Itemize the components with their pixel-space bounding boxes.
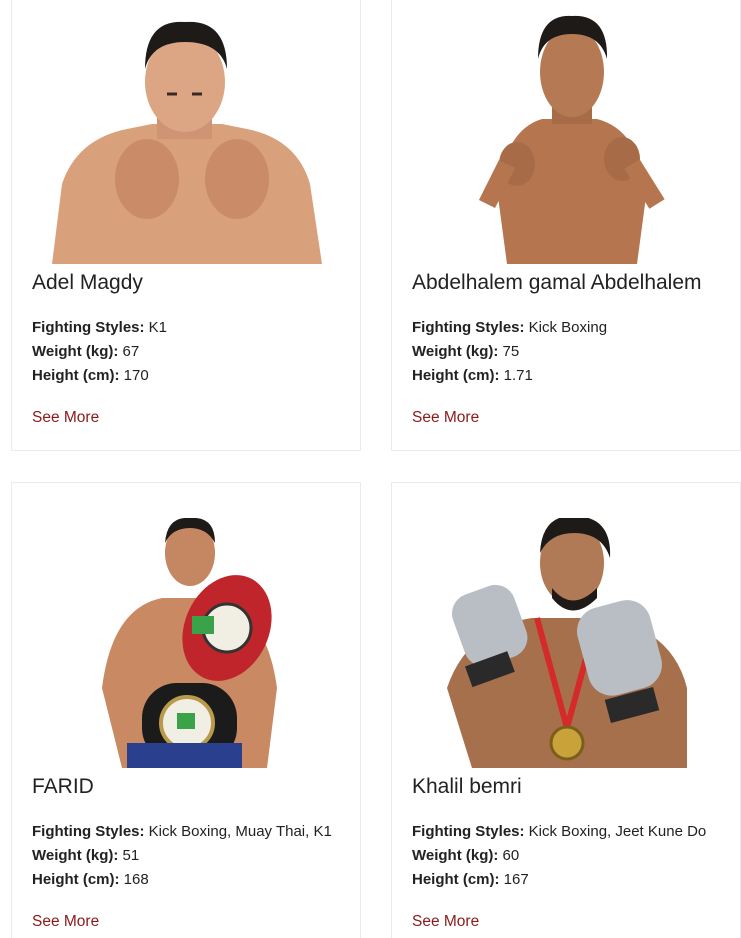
weight-value: 67 bbox=[122, 343, 140, 360]
styles-value: Kick Boxing, Jeet Kune Do bbox=[528, 823, 707, 840]
styles-value: Kick Boxing, Muay Thai, K1 bbox=[148, 823, 332, 840]
fighter-name[interactable]: Adel Magdy bbox=[32, 271, 350, 295]
see-more-link[interactable]: See More bbox=[412, 409, 479, 427]
fighters-grid: Adel Magdy Fighting Styles: K1 Weight (k… bbox=[0, 0, 741, 938]
fighter-card: Adel Magdy Fighting Styles: K1 Weight (k… bbox=[11, 0, 361, 451]
fighter-name[interactable]: Abdelhalem gamal Abdelhalem bbox=[412, 271, 730, 295]
weight-label: Weight (kg): bbox=[32, 847, 119, 864]
fighter-photo[interactable] bbox=[412, 518, 722, 768]
see-more-link[interactable]: See More bbox=[32, 409, 99, 427]
fighter-stats: Fighting Styles: Kick Boxing, Muay Thai,… bbox=[32, 820, 356, 892]
height-label: Height (cm): bbox=[32, 367, 120, 384]
fighter-card: Khalil bemri Fighting Styles: Kick Boxin… bbox=[391, 482, 741, 938]
see-more-link[interactable]: See More bbox=[412, 913, 479, 931]
fighter-photo[interactable] bbox=[412, 14, 722, 264]
height-label: Height (cm): bbox=[412, 871, 500, 888]
styles-value: Kick Boxing bbox=[528, 319, 608, 336]
fighter-name[interactable]: FARID bbox=[32, 775, 350, 799]
weight-label: Weight (kg): bbox=[412, 343, 499, 360]
styles-label: Fighting Styles: bbox=[32, 319, 145, 336]
fighter-photo[interactable] bbox=[32, 518, 342, 768]
height-value: 1.71 bbox=[503, 367, 533, 384]
height-value: 170 bbox=[123, 367, 149, 384]
weight-value: 75 bbox=[502, 343, 520, 360]
weight-label: Weight (kg): bbox=[412, 847, 499, 864]
weight-value: 51 bbox=[122, 847, 140, 864]
see-more-link[interactable]: See More bbox=[32, 913, 99, 931]
fighter-stats: Fighting Styles: Kick Boxing, Jeet Kune … bbox=[412, 820, 736, 892]
fighter-photo[interactable] bbox=[32, 14, 342, 264]
styles-label: Fighting Styles: bbox=[32, 823, 145, 840]
weight-label: Weight (kg): bbox=[32, 343, 119, 360]
fighter-stats: Fighting Styles: K1 Weight (kg): 67 Heig… bbox=[32, 316, 356, 388]
height-label: Height (cm): bbox=[412, 367, 500, 384]
fighter-stats: Fighting Styles: Kick Boxing Weight (kg)… bbox=[412, 316, 736, 388]
fighter-name[interactable]: Khalil bemri bbox=[412, 775, 730, 799]
fighter-card: Abdelhalem gamal Abdelhalem Fighting Sty… bbox=[391, 0, 741, 451]
fighter-card: FARID Fighting Styles: Kick Boxing, Muay… bbox=[11, 482, 361, 938]
styles-label: Fighting Styles: bbox=[412, 823, 525, 840]
styles-value: K1 bbox=[148, 319, 168, 336]
styles-label: Fighting Styles: bbox=[412, 319, 525, 336]
height-value: 167 bbox=[503, 871, 529, 888]
weight-value: 60 bbox=[502, 847, 520, 864]
height-label: Height (cm): bbox=[32, 871, 120, 888]
height-value: 168 bbox=[123, 871, 149, 888]
